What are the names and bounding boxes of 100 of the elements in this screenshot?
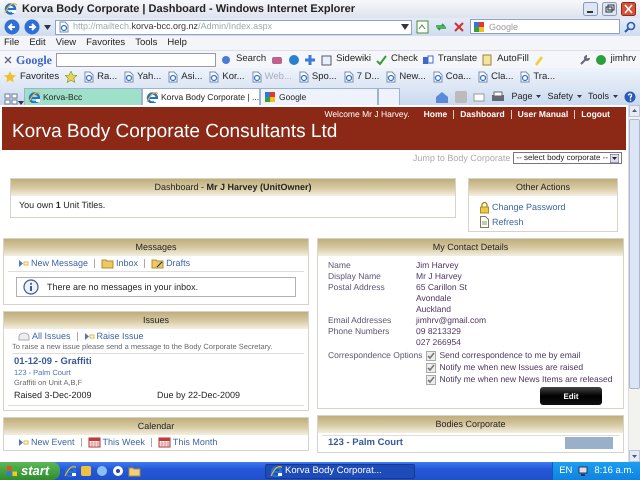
- print-icon[interactable]: [491, 90, 506, 102]
- folder-icon[interactable]: [128, 466, 141, 476]
- browser-logo-icon[interactable]: [64, 465, 76, 477]
- minimize-button[interactable]: [583, 2, 598, 16]
- favorite-link[interactable]: Coa...: [432, 70, 472, 84]
- link[interactable]: Raise Issue: [84, 331, 144, 342]
- search-field[interactable]: Google: [470, 19, 620, 34]
- toolbar-button[interactable]: jimhrv: [594, 52, 636, 67]
- player-icon[interactable]: [112, 465, 124, 477]
- wrench-icon[interactable]: [578, 54, 591, 66]
- link[interactable]: Change Password: [479, 201, 607, 214]
- browser-tab[interactable]: Korva Body Corporate | ...: [142, 88, 260, 105]
- browser-logo-icon: [270, 465, 282, 477]
- scrollbar-thumb[interactable]: [629, 119, 640, 389]
- favorite-link[interactable]: Yah...: [123, 70, 162, 84]
- field-label: Postal Address: [328, 282, 386, 294]
- issue-title[interactable]: 01-12-09 - Graffiti: [14, 356, 92, 368]
- toolbar-search-field[interactable]: [56, 52, 216, 66]
- page-icon: [208, 71, 220, 83]
- menu-item[interactable]: File: [4, 36, 20, 50]
- page-icon: [250, 71, 263, 83]
- favorite-link[interactable]: Ra...: [83, 70, 118, 84]
- favorite-link[interactable]: Tra...: [519, 70, 556, 84]
- menu-item[interactable]: Edit: [29, 36, 46, 50]
- tray-icon: [18, 332, 30, 341]
- link[interactable]: This Month: [158, 436, 218, 448]
- network-icon[interactable]: [577, 465, 590, 477]
- folder-icon: [101, 258, 114, 269]
- toolbar-button[interactable]: Translate: [422, 52, 478, 67]
- favorite-link[interactable]: Cla...: [477, 70, 514, 84]
- plus-icon[interactable]: [304, 54, 316, 66]
- close-button[interactable]: [621, 2, 636, 16]
- link[interactable]: Inbox: [101, 258, 138, 269]
- dropdown-arrow-icon[interactable]: [18, 101, 24, 105]
- page-icon: [58, 21, 70, 33]
- favorite-link[interactable]: New...: [385, 70, 426, 84]
- favorite-link[interactable]: Spo...: [298, 70, 337, 84]
- nav-link[interactable]: User Manual: [510, 110, 574, 119]
- google-logo-icon: [264, 91, 276, 103]
- page-icon: [298, 71, 310, 83]
- close-icon[interactable]: [4, 56, 12, 64]
- help-icon[interactable]: [624, 90, 636, 102]
- site-title: Korva Body Corporate Consultants Ltd: [12, 121, 338, 144]
- link[interactable]: Drafts: [151, 258, 190, 269]
- page-icon: [479, 216, 490, 228]
- home-icon[interactable]: [435, 90, 450, 102]
- link[interactable]: New Event: [18, 436, 75, 448]
- link[interactable]: All Issues: [18, 331, 71, 342]
- address-field[interactable]: http://mailtech.korva-bcc.org.nz/Admin/Index.aspx: [55, 20, 412, 34]
- body-corporate-select[interactable]: -- select body corporate --: [513, 152, 622, 164]
- toolbar-button[interactable]: Sidewiki: [320, 52, 371, 67]
- menu-item[interactable]: View: [56, 36, 76, 50]
- command-menu[interactable]: Page: [511, 90, 542, 104]
- favorite-link[interactable]: Kor...: [208, 70, 245, 84]
- back-button[interactable]: [4, 19, 20, 35]
- add-favorite-icon[interactable]: [65, 71, 78, 83]
- dropdown-arrow-icon[interactable]: [401, 24, 409, 30]
- page-icon: [385, 71, 398, 83]
- menu-item[interactable]: Help: [167, 36, 187, 50]
- link[interactable]: Refresh: [479, 216, 607, 228]
- favorites-button[interactable]: Favorites: [4, 70, 60, 84]
- quick-tabs-icon[interactable]: [4, 93, 18, 105]
- toolbar-button[interactable]: Check: [374, 52, 418, 67]
- browser-tab[interactable]: Korva-Bcc: [24, 88, 142, 105]
- browser-logo-icon: [28, 91, 40, 103]
- toolbar-button[interactable]: AutoFill: [481, 52, 529, 67]
- stop-icon[interactable]: [452, 20, 466, 34]
- status-dot-icon: [594, 54, 607, 66]
- taskbar-window-button[interactable]: Korva Body Corporat...: [265, 464, 415, 478]
- menu-item[interactable]: Tools: [135, 36, 158, 50]
- nav-link[interactable]: Dashboard: [453, 110, 511, 119]
- browser-tab[interactable]: Google: [260, 88, 378, 105]
- nav-link[interactable]: Logout: [574, 110, 616, 119]
- nav-link[interactable]: Home: [418, 110, 454, 119]
- link[interactable]: New Message: [18, 258, 88, 269]
- compatibility-icon[interactable]: [416, 20, 430, 34]
- body-corporate-link[interactable]: 123 - Palm Court: [328, 437, 403, 449]
- restore-button[interactable]: [602, 2, 617, 16]
- field-value: Mr J Harvey: [416, 271, 462, 282]
- forward-button[interactable]: [24, 19, 40, 35]
- favorite-link[interactable]: Asi...: [167, 70, 202, 84]
- checkbox-label: Notify me when new News Items are released: [440, 374, 612, 385]
- arrow-icon: [18, 438, 29, 447]
- panel-header: Dashboard - Mr J Harvey (UnitOwner): [11, 179, 455, 196]
- scrollbar[interactable]: [628, 105, 640, 462]
- link[interactable]: This Week: [88, 436, 145, 448]
- edit-button[interactable]: Edit: [540, 387, 602, 405]
- dropdown-arrow-icon[interactable]: [44, 24, 51, 30]
- toolbar-button[interactable]: Search: [220, 52, 266, 67]
- scroll-down-button[interactable]: [629, 450, 640, 462]
- menu-item[interactable]: Favorites: [86, 36, 126, 50]
- google-logo-icon: [473, 21, 485, 34]
- field-label: Name: [328, 260, 352, 271]
- favorite-link[interactable]: 7 D...: [342, 70, 380, 84]
- command-menu[interactable]: Safety: [547, 90, 582, 104]
- panel-header: My Contact Details: [318, 239, 623, 256]
- raised-date: Raised 3-Dec-2009: [14, 388, 93, 401]
- command-menu[interactable]: Tools: [588, 90, 618, 104]
- scroll-up-button[interactable]: [629, 105, 640, 117]
- due-date: Due by 22-Dec-2009: [157, 388, 240, 401]
